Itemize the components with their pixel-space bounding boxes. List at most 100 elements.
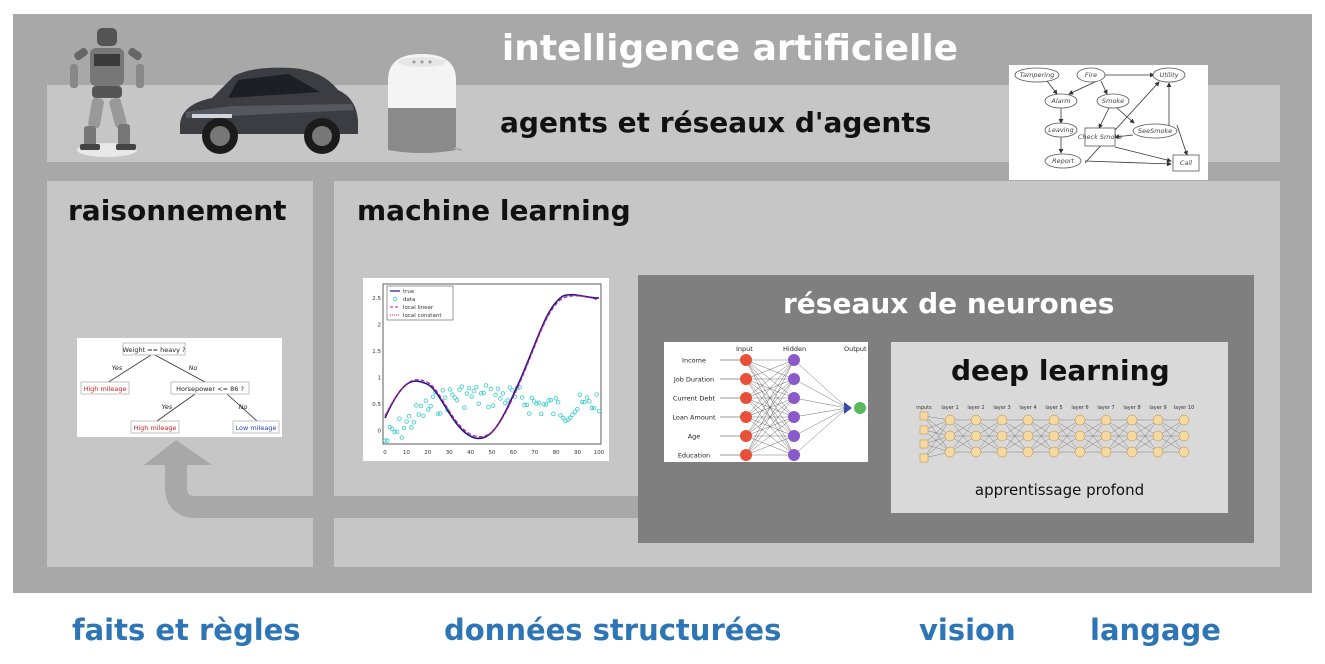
dn-hidden-node — [944, 430, 956, 442]
ml-title: machine learning — [357, 194, 631, 227]
dn-hidden-node — [1022, 414, 1034, 426]
reg-ytick: 1.5 — [372, 349, 381, 355]
dn-layer-label: layer 1 — [941, 405, 958, 411]
dn-layer-label: layer 7 — [1097, 405, 1114, 411]
reg-ytick: 0 — [378, 429, 382, 435]
reg-legend-true: true — [403, 289, 415, 295]
bayesian-network-image: Tampering Fire Utility Alarm Smoke Leavi… — [1009, 65, 1208, 180]
dn-hidden-node — [1178, 430, 1190, 442]
tree-root-text: Weight == heavy ? — [123, 346, 186, 354]
bn-node-fire: Fire — [1085, 71, 1097, 79]
tree-yes-1: Yes — [112, 364, 123, 372]
nn-col-output: Output — [844, 345, 867, 353]
nn-hidden-node — [788, 354, 800, 366]
dn-layer-label: layer 3 — [993, 405, 1010, 411]
reg-xtick: 10 — [403, 450, 410, 456]
dn-hidden-node — [970, 414, 982, 426]
nn-hidden-node — [788, 411, 800, 423]
reg-xtick: 40 — [467, 450, 474, 456]
reg-legend-data: data — [403, 297, 415, 303]
reg-xtick: 70 — [531, 450, 538, 456]
reg-xtick: 30 — [446, 450, 453, 456]
nn-input-label: Current Debt — [673, 395, 716, 403]
bn-node-check-smoke: Check Smoke — [1078, 133, 1122, 141]
dn-input-node — [919, 453, 929, 463]
dn-hidden-node — [1048, 414, 1060, 426]
agents-title: agents et réseaux d'agents — [500, 106, 932, 139]
dn-layer-label: layer 2 — [967, 405, 984, 411]
dn-input-node — [919, 439, 929, 449]
nn-col-hidden: Hidden — [783, 345, 806, 353]
nn-diagram-image: Input Hidden Output Income Job Duration Cu… — [664, 342, 868, 462]
reg-legend-local-constant: local constant — [403, 313, 442, 319]
dn-input-node — [919, 425, 929, 435]
dn-hidden-node — [1152, 414, 1164, 426]
smart-speaker-image — [382, 50, 469, 156]
dn-input-node — [919, 411, 929, 421]
label-facts-rules: faits et règles — [72, 613, 301, 647]
dn-hidden-node — [1074, 446, 1086, 458]
label-language: langage — [1090, 613, 1221, 647]
tree-leaf-high-2: High mileage — [133, 424, 176, 432]
reg-xtick: 0 — [383, 450, 387, 456]
dn-hidden-node — [1178, 446, 1190, 458]
dn-hidden-node — [1048, 446, 1060, 458]
nn-input-node — [740, 373, 752, 385]
label-vision: vision — [919, 613, 1016, 647]
reg-ytick: 1 — [378, 376, 382, 382]
dl-title: deep learning — [951, 354, 1170, 387]
dn-layer-label: layer 6 — [1071, 405, 1088, 411]
bn-node-tampering: Tampering — [1020, 71, 1054, 79]
nn-input-node — [740, 430, 752, 442]
dn-hidden-node — [1100, 446, 1112, 458]
reg-xtick: 20 — [424, 450, 431, 456]
decision-tree-image: Weight == heavy ? Yes No High mileage Ho… — [77, 338, 282, 437]
dn-hidden-node — [1126, 414, 1138, 426]
nn-input-label: Job Duration — [673, 376, 714, 384]
dn-hidden-node — [1074, 430, 1086, 442]
car-image — [172, 54, 362, 158]
robot-image — [62, 20, 152, 160]
dn-hidden-node — [970, 446, 982, 458]
nn-output-arrow — [844, 402, 852, 414]
nn-input-label: Loan Amount — [672, 414, 716, 422]
tree-yes-2: Yes — [162, 403, 173, 411]
tree-no-2: No — [239, 403, 248, 411]
reg-legend-local-linear: local linear — [403, 305, 434, 311]
nn-input-label: Income — [682, 357, 706, 365]
nn-input-node — [740, 392, 752, 404]
nn-hidden-node — [788, 430, 800, 442]
dn-hidden-node — [1178, 414, 1190, 426]
dn-hidden-node — [944, 414, 956, 426]
nn-output-node — [854, 402, 866, 414]
dn-layer-label: layer 9 — [1149, 405, 1166, 411]
dn-hidden-node — [1152, 446, 1164, 458]
regression-plot-image: true data local linear local constant 2.… — [363, 278, 609, 461]
nn-col-input: Input — [736, 345, 753, 353]
bn-node-leaving: Leaving — [1048, 126, 1074, 134]
tree-no-1: No — [189, 364, 198, 372]
dn-hidden-node — [970, 430, 982, 442]
nn-input-label: Education — [678, 452, 710, 460]
dn-layer-label: layer 10 — [1174, 405, 1195, 411]
dn-hidden-node — [1126, 446, 1138, 458]
bn-node-report: Report — [1052, 157, 1074, 165]
dn-layer-label: layer 8 — [1123, 405, 1140, 411]
reg-xtick: 100 — [594, 450, 605, 456]
dn-hidden-node — [1126, 430, 1138, 442]
nn-title: réseaux de neurones — [783, 287, 1115, 320]
dn-layer-label: layer 5 — [1045, 405, 1062, 411]
reg-xtick: 50 — [489, 450, 496, 456]
dl-subtitle: apprentissage profond — [974, 481, 1145, 499]
dn-layer-label: layer 4 — [1019, 405, 1036, 411]
reg-ytick: 0.5 — [372, 402, 381, 408]
bn-node-alarm: Alarm — [1050, 97, 1070, 105]
dn-hidden-node — [1022, 446, 1034, 458]
reg-xtick: 60 — [510, 450, 517, 456]
dn-hidden-node — [996, 446, 1008, 458]
nn-input-label: Age — [688, 433, 701, 441]
tree-leaf-low: Low mileage — [236, 424, 277, 432]
dn-hidden-node — [1152, 430, 1164, 442]
dn-inputs-label: inputs — [916, 405, 932, 411]
dn-hidden-node — [944, 446, 956, 458]
